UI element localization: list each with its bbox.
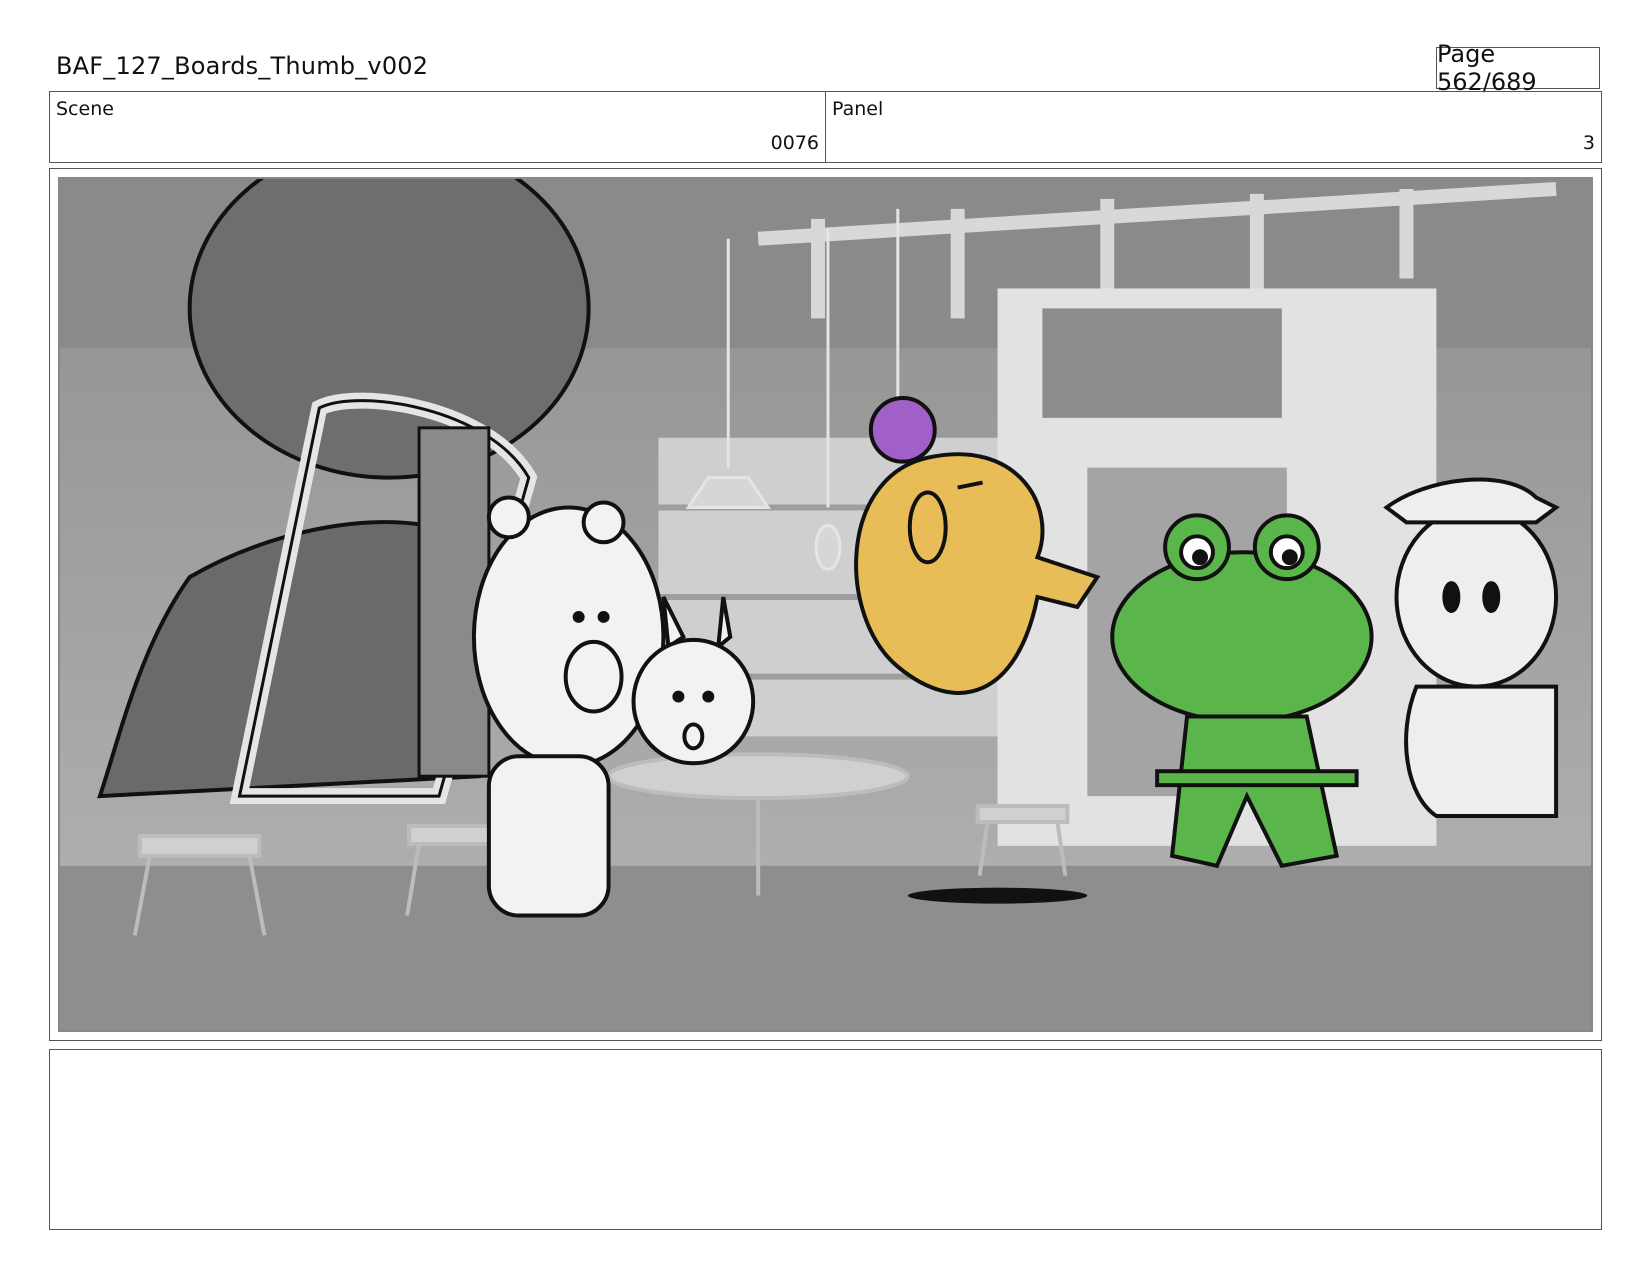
storyboard-panel-frame	[49, 168, 1602, 1041]
document-title: BAF_127_Boards_Thumb_v002	[56, 52, 429, 80]
panel-number: 3	[1582, 132, 1595, 154]
scene-label: Scene	[56, 98, 114, 120]
notes-box	[49, 1049, 1602, 1230]
floor	[60, 865, 1591, 1030]
scene-cell: Scene 0076	[50, 92, 825, 162]
page-number: Page 562/689	[1436, 40, 1600, 96]
info-row: Scene 0076 Panel 3	[49, 91, 1602, 163]
scene-number: 0076	[770, 132, 819, 154]
upper-window	[1042, 308, 1282, 418]
chick-shadow	[907, 887, 1088, 904]
panel-label: Panel	[832, 98, 884, 120]
panel-cell: Panel 3	[825, 92, 1601, 162]
storyboard-panel-image	[58, 177, 1593, 1032]
